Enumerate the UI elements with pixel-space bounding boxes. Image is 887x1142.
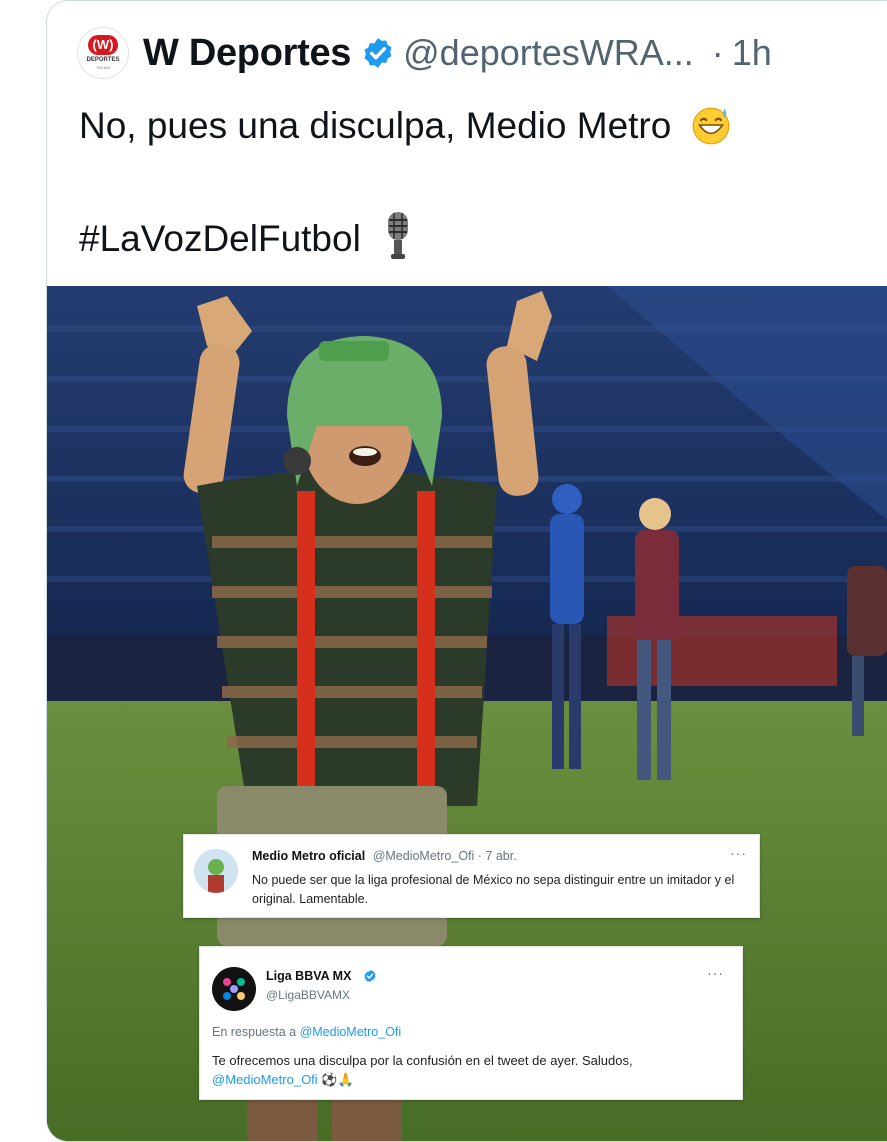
embedded-tweet-medio-metro[interactable]: Medio Metro oficial @MedioMetro_Ofi · 7 … xyxy=(183,834,760,918)
verified-badge-icon xyxy=(364,969,376,983)
more-options-icon: ··· xyxy=(707,965,724,981)
tweet-time[interactable]: 1h xyxy=(732,32,772,74)
embedded-author-line: Medio Metro oficial @MedioMetro_Ofi · 7 … xyxy=(252,849,517,863)
author-handle[interactable]: @deportesWRA... xyxy=(403,32,694,74)
author-avatar[interactable]: (W) DEPORTES 730 AM xyxy=(77,27,129,79)
embedded-handle-2: @LigaBBVAMX xyxy=(266,988,350,1002)
reply-context: En respuesta a @MedioMetro_Ofi xyxy=(212,1025,401,1039)
reply-handle-link: @MedioMetro_Ofi xyxy=(299,1025,402,1039)
avatar-logo: (W) xyxy=(88,35,118,55)
embedded-emoji: ⚽🙏 xyxy=(321,1072,354,1087)
embedded-author-name-2: Liga BBVA MX xyxy=(266,969,352,983)
embedded-tweet-liga-bbva[interactable]: Liga BBVA MX @LigaBBVAMX ··· En respuest… xyxy=(199,946,743,1100)
tweet-text-line-2: #LaVozDelFutbol xyxy=(79,211,411,261)
tweet-text-line-1: No, pues una disculpa, Medio Metro xyxy=(79,104,732,148)
hashtag-link[interactable]: #LaVozDelFutbol xyxy=(79,218,361,259)
avatar-logo-sub2: 730 AM xyxy=(96,65,110,70)
tweet-media-image[interactable]: Medio Metro oficial @MedioMetro_Ofi · 7 … xyxy=(47,286,887,1141)
more-options-icon: ··· xyxy=(730,845,747,861)
microphone-emoji-icon xyxy=(388,212,409,259)
reply-prefix: En respuesta a xyxy=(212,1025,300,1039)
tweet-card[interactable]: (W) DEPORTES 730 AM W Deportes @deportes… xyxy=(46,0,887,1142)
embedded-handle-time: @MedioMetro_Ofi · 7 abr. xyxy=(372,849,517,863)
sweat-smile-emoji-icon xyxy=(692,107,729,145)
embedded-avatar-medio-metro xyxy=(194,849,238,893)
author-name[interactable]: W Deportes xyxy=(143,32,351,75)
mention-link: @MedioMetro_Ofi xyxy=(212,1072,318,1087)
avatar-logo-sub: DEPORTES xyxy=(86,57,120,63)
tweet-header: (W) DEPORTES 730 AM W Deportes @deportes… xyxy=(77,27,772,79)
separator-dot: · xyxy=(711,32,724,73)
tweet-text: No, pues una disculpa, Medio Metro xyxy=(79,105,672,146)
embedded-tweet-text: No puede ser que la liga profesional de … xyxy=(252,873,735,906)
verified-badge-icon xyxy=(364,38,392,68)
embedded-tweet-text-2: Te ofrecemos una disculpa por la confusi… xyxy=(212,1051,732,1089)
embedded-author-name: Medio Metro oficial xyxy=(252,849,366,863)
embedded-avatar-liga-bbva xyxy=(212,967,256,1011)
embedded-text: Te ofrecemos una disculpa por la confusi… xyxy=(212,1053,633,1068)
